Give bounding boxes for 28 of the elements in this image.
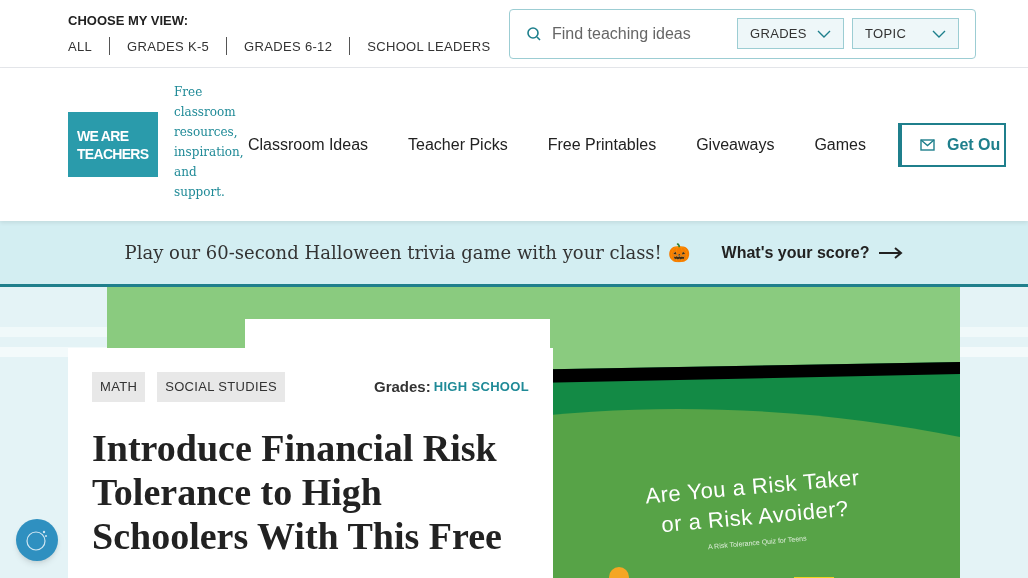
- view-link[interactable]: GRADES 6-12: [244, 36, 333, 56]
- grade-link[interactable]: HIGH SCHOOL: [433, 377, 529, 397]
- view-label: CHOOSE MY VIEW:: [68, 12, 190, 30]
- tagline: Free classroom resources, inspiration, and support.: [174, 83, 245, 201]
- nav-link[interactable]: Teacher Picks: [408, 132, 508, 157]
- chevron-icon: [932, 29, 946, 38]
- view-link[interactable]: GRADES K-5: [127, 36, 210, 56]
- article-title: Introduce Financial Risk Tolerance to High Schoolers With This Free: [92, 425, 503, 558]
- subject-tag[interactable]: SOCIAL STUDIES: [157, 372, 285, 402]
- chevron-icon: [817, 29, 831, 38]
- banner-text: Play our 60-second Halloween trivia game with your class! 🎃: [124, 241, 690, 265]
- score-link[interactable]: What's your score?: [721, 240, 904, 265]
- subject-tag[interactable]: MATH: [92, 372, 146, 402]
- get-button[interactable]: Get Ou: [897, 122, 1007, 167]
- view-link[interactable]: SCHOOL LEADERS: [367, 36, 491, 56]
- view-link[interactable]: ALL: [68, 36, 93, 56]
- nav-link[interactable]: Free Printables: [547, 132, 657, 157]
- filter-dropdown[interactable]: TOPIC: [852, 18, 959, 49]
- nav-link[interactable]: Games: [814, 132, 866, 157]
- nav-link[interactable]: Giveaways: [696, 132, 775, 157]
- filter-dropdown[interactable]: GRADES: [737, 18, 844, 49]
- search-icon: [526, 25, 542, 42]
- search-field[interactable]: Find teaching ideas: [552, 21, 727, 46]
- accessibility-button[interactable]: [16, 519, 58, 561]
- nav-link[interactable]: Classroom Ideas: [248, 132, 369, 157]
- grades-label: Grades:: [374, 376, 431, 397]
- mail-icon: [919, 138, 935, 151]
- arrow-icon: [879, 246, 904, 259]
